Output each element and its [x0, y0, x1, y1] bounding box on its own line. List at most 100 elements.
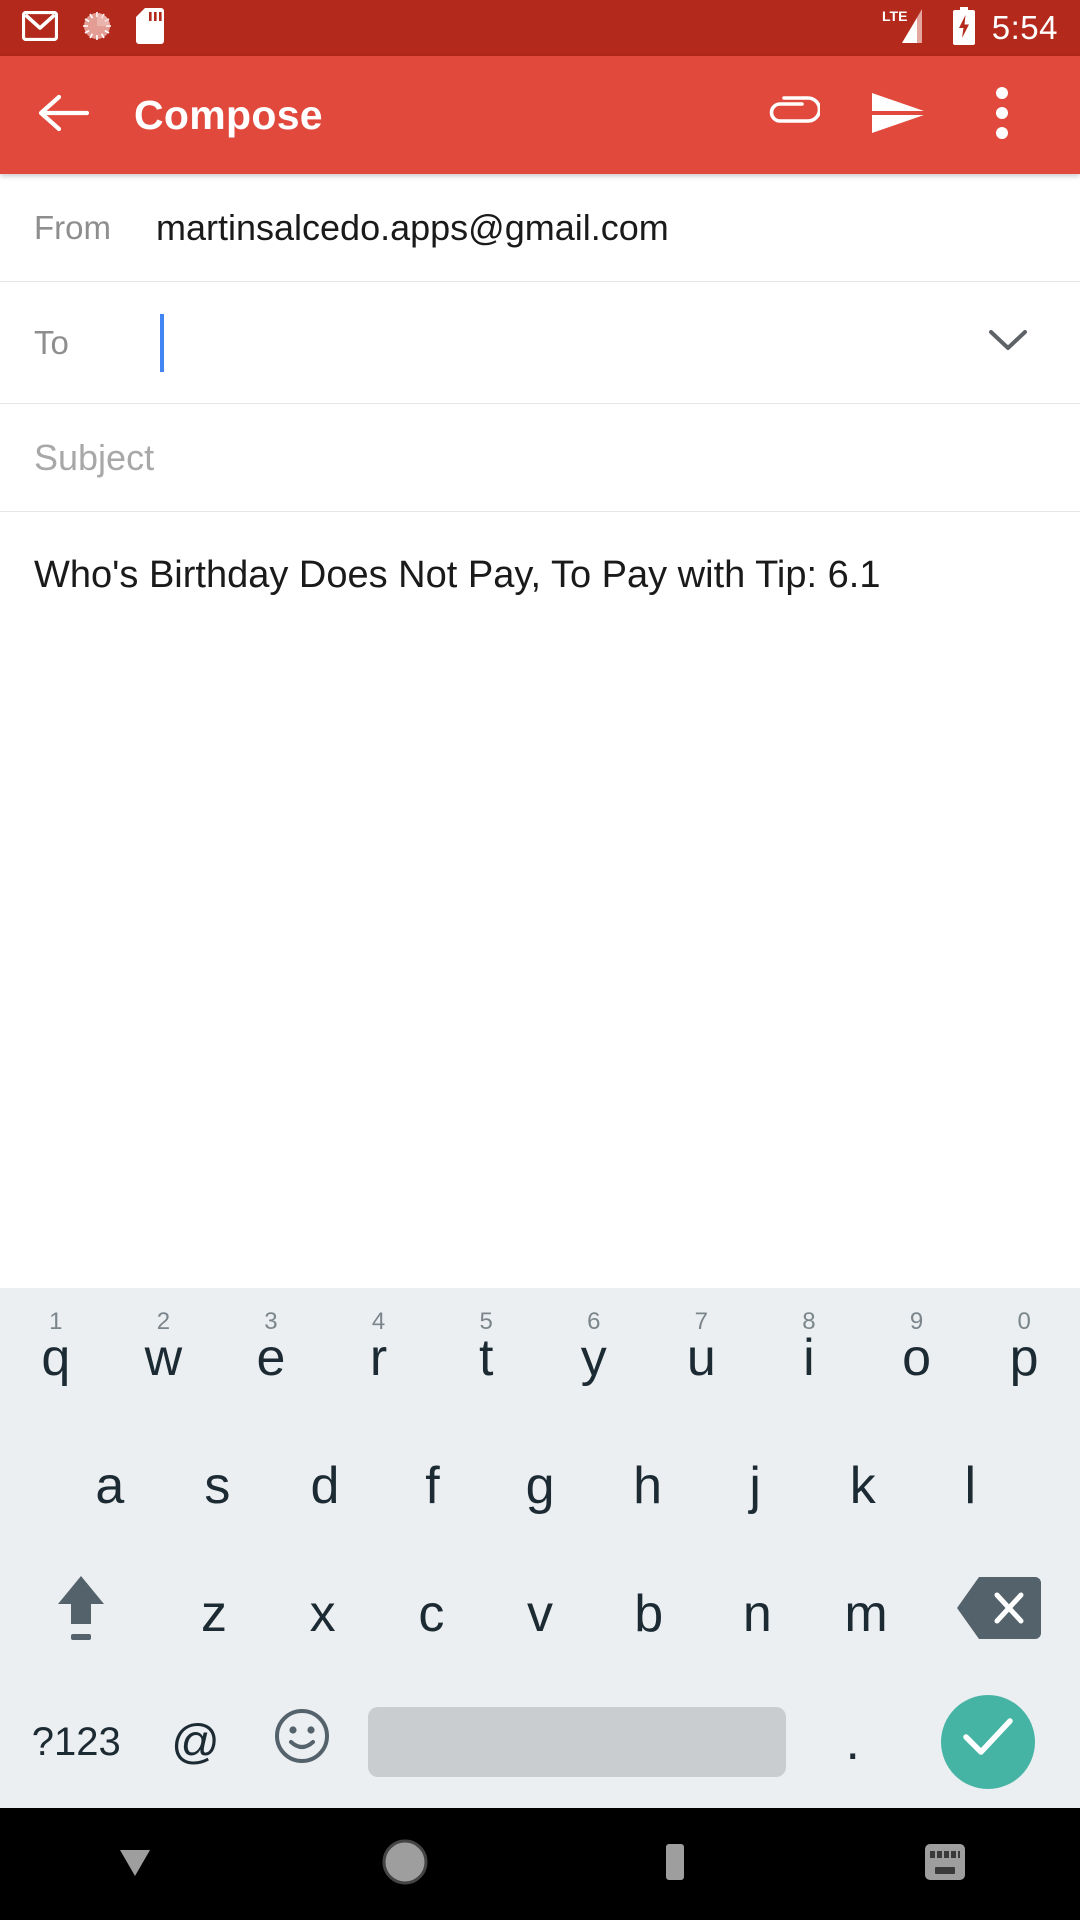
key-q[interactable]: 1q	[2, 1298, 110, 1418]
gmail-icon	[21, 10, 59, 46]
keyboard-switcher-icon	[921, 1840, 969, 1889]
status-bar-clock: 5:54	[991, 9, 1058, 46]
app-bar: Compose	[0, 56, 1080, 174]
keyboard-row-3: z x c v b n m	[0, 1554, 1080, 1674]
attachment-paperclip-icon	[768, 92, 822, 139]
text-cursor	[160, 313, 164, 372]
key-k[interactable]: k	[809, 1426, 917, 1546]
key-x[interactable]: x	[268, 1554, 377, 1674]
key-z[interactable]: z	[160, 1554, 269, 1674]
enter-button-surface	[940, 1695, 1035, 1789]
on-screen-keyboard: 1q 2w 3e 4r 5t 6y 7u 8i 9o 0p a s d f g …	[0, 1288, 1080, 1808]
key-m[interactable]: m	[812, 1554, 921, 1674]
home-circle-icon	[380, 1837, 430, 1892]
status-bar-system-icons: LTE 5:54	[880, 6, 1058, 50]
enter-key[interactable]	[906, 1682, 1070, 1802]
body-input[interactable]: Who's Birthday Does Not Pay, To Pay with…	[34, 550, 1034, 600]
at-key[interactable]: @	[143, 1682, 249, 1802]
key-r-label: r	[369, 1329, 388, 1387]
to-input[interactable]	[156, 282, 970, 403]
emoji-key[interactable]	[249, 1682, 355, 1802]
key-o-label: o	[902, 1329, 931, 1387]
from-row[interactable]: From martinsalcedo.apps@gmail.com	[0, 174, 1080, 282]
key-t-number: 5	[479, 1308, 493, 1335]
keyboard-switcher-button[interactable]	[810, 1808, 1080, 1920]
key-a[interactable]: a	[56, 1426, 164, 1546]
key-p[interactable]: 0p	[970, 1298, 1078, 1418]
key-t-label: t	[478, 1329, 494, 1387]
key-f[interactable]: f	[379, 1426, 487, 1546]
sd-card-icon	[136, 7, 164, 49]
overflow-menu-button[interactable]	[950, 63, 1054, 167]
to-row[interactable]: To	[0, 282, 1080, 404]
key-v[interactable]: v	[486, 1554, 595, 1674]
subject-input[interactable]: Subject	[34, 437, 154, 479]
key-c[interactable]: c	[377, 1554, 486, 1674]
key-e-label: e	[256, 1329, 286, 1387]
key-l[interactable]: l	[917, 1426, 1025, 1546]
key-o[interactable]: 9o	[863, 1298, 971, 1418]
period-key[interactable]: .	[800, 1682, 906, 1802]
subject-row[interactable]: Subject	[0, 404, 1080, 512]
back-button[interactable]	[26, 78, 100, 152]
more-vertical-icon	[994, 85, 1010, 146]
key-b[interactable]: b	[594, 1554, 703, 1674]
key-y-number: 6	[587, 1308, 601, 1335]
key-r-number: 4	[371, 1308, 386, 1335]
key-w-label: w	[144, 1329, 183, 1387]
key-g[interactable]: g	[486, 1426, 594, 1546]
key-w-number: 2	[156, 1308, 171, 1335]
backspace-key[interactable]	[920, 1554, 1078, 1674]
back-arrow-icon	[37, 92, 90, 139]
signal-bars-icon: LTE	[880, 7, 936, 50]
key-r[interactable]: 4r	[325, 1298, 433, 1418]
key-y-label: y	[580, 1329, 607, 1387]
body-area[interactable]: Who's Birthday Does Not Pay, To Pay with…	[0, 512, 1080, 600]
battery-charging-icon	[952, 6, 976, 50]
keyboard-row-1: 1q 2w 3e 4r 5t 6y 7u 8i 9o 0p	[0, 1298, 1080, 1418]
compose-form: From martinsalcedo.apps@gmail.com To Sub…	[0, 174, 1080, 1288]
key-y[interactable]: 6y	[540, 1298, 648, 1418]
attach-button[interactable]	[742, 63, 846, 167]
backspace-icon	[955, 1575, 1043, 1654]
spacebar-surface	[367, 1707, 787, 1777]
hide-keyboard-button[interactable]	[0, 1808, 270, 1920]
key-i-label: i	[803, 1329, 815, 1387]
key-u-number: 7	[694, 1308, 709, 1335]
shift-arrow-icon	[50, 1570, 112, 1659]
key-u[interactable]: 7u	[648, 1298, 756, 1418]
to-label: To	[34, 323, 69, 361]
key-o-number: 9	[909, 1308, 924, 1335]
sync-spinner-icon	[80, 9, 114, 48]
key-i[interactable]: 8i	[755, 1298, 863, 1418]
page-title: Compose	[134, 91, 323, 138]
key-h[interactable]: h	[594, 1426, 702, 1546]
key-p-number: 0	[1017, 1308, 1031, 1335]
key-e[interactable]: 3e	[217, 1298, 325, 1418]
key-i-number: 8	[802, 1308, 816, 1335]
keyboard-row-2: a s d f g h j k l	[0, 1426, 1080, 1546]
recents-button[interactable]	[540, 1808, 810, 1920]
key-t[interactable]: 5t	[432, 1298, 540, 1418]
android-gmail-compose-screen: LTE 5:54 Compose From martinsalcedo.apps…	[0, 0, 1080, 1920]
key-p-label: p	[1009, 1329, 1039, 1387]
home-button[interactable]	[270, 1808, 540, 1920]
system-navigation-bar	[0, 1808, 1080, 1920]
key-d[interactable]: d	[271, 1426, 379, 1546]
key-e-number: 3	[264, 1308, 278, 1335]
space-key[interactable]	[355, 1682, 800, 1802]
svg-text:LTE: LTE	[882, 8, 907, 24]
expand-recipients-button[interactable]	[970, 305, 1046, 381]
key-w[interactable]: 2w	[110, 1298, 218, 1418]
app-bar-actions	[742, 63, 1054, 167]
from-label: From	[34, 208, 111, 246]
key-u-label: u	[686, 1329, 716, 1387]
key-n[interactable]: n	[703, 1554, 812, 1674]
shift-key[interactable]	[2, 1554, 160, 1674]
key-j[interactable]: j	[701, 1426, 809, 1546]
symbols-key[interactable]: ?123	[10, 1682, 143, 1802]
send-button[interactable]	[846, 63, 950, 167]
key-s[interactable]: s	[164, 1426, 272, 1546]
keyboard-row-4: ?123 @ .	[0, 1682, 1080, 1802]
status-bar: LTE 5:54	[0, 0, 1080, 56]
